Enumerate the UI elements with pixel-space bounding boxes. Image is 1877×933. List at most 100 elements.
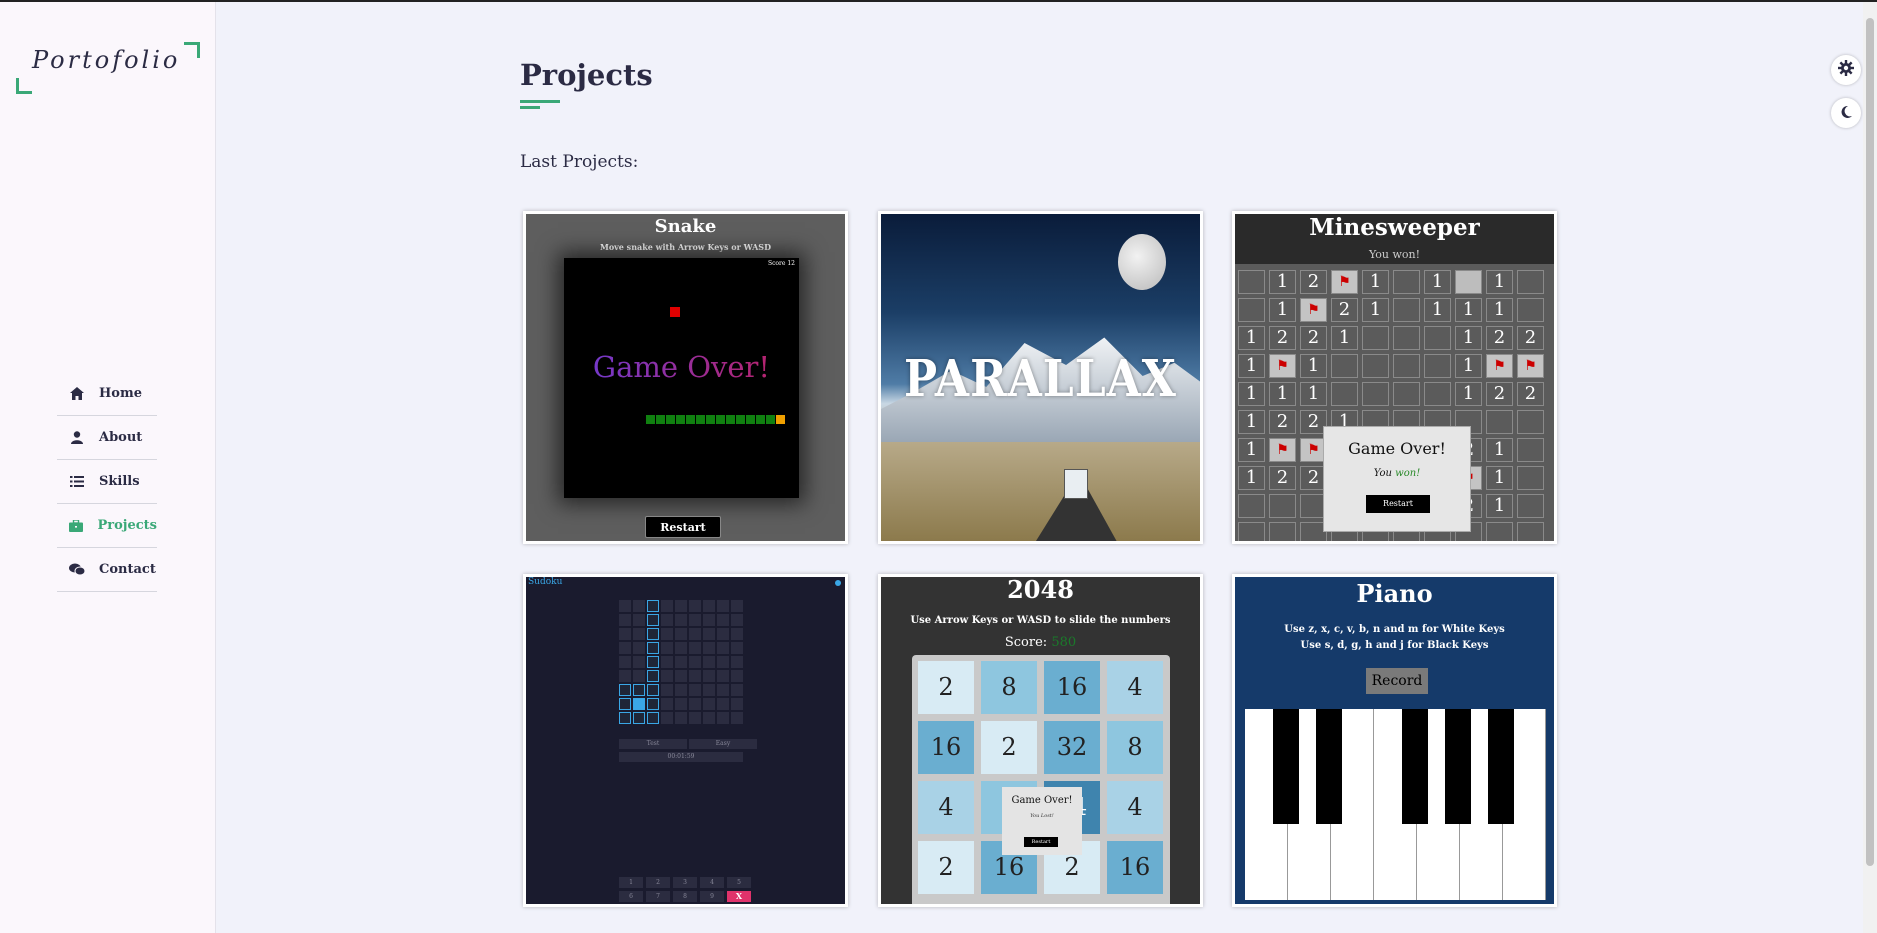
keypad-key[interactable]: 1 xyxy=(619,877,643,888)
game2048-restart-button[interactable]: Restart xyxy=(1024,837,1058,847)
mine-cell[interactable]: 1 xyxy=(1455,382,1482,406)
nav-item-projects[interactable]: Projects xyxy=(57,504,157,548)
sudoku-cell[interactable] xyxy=(703,684,715,696)
sudoku-cell[interactable] xyxy=(703,642,715,654)
mine-cell[interactable]: 2 xyxy=(1486,326,1513,350)
mine-cell[interactable] xyxy=(1362,354,1389,378)
mine-cell[interactable] xyxy=(1517,270,1544,294)
snake-restart-button[interactable]: Restart xyxy=(645,516,721,538)
mine-cell[interactable] xyxy=(1517,494,1544,518)
mine-cell[interactable]: 2 xyxy=(1331,298,1358,322)
mine-cell[interactable] xyxy=(1331,382,1358,406)
sudoku-cell[interactable] xyxy=(619,614,631,626)
mine-cell[interactable] xyxy=(1517,410,1544,434)
sudoku-cell[interactable] xyxy=(717,628,729,640)
nav-item-contact[interactable]: Contact xyxy=(57,548,157,592)
project-card-minesweeper[interactable]: Minesweeper You won! 1 2 ⚑ 1 1 1 1 ⚑ 2 1 1 1 1 1 2 2 1 1 2… xyxy=(1232,211,1557,544)
mine-cell[interactable] xyxy=(1393,270,1420,294)
mine-cell[interactable]: 1 xyxy=(1424,298,1451,322)
sudoku-cell[interactable] xyxy=(661,698,673,710)
sudoku-cell[interactable] xyxy=(689,698,701,710)
mine-cell[interactable]: 1 xyxy=(1238,326,1265,350)
mine-cell[interactable] xyxy=(1238,298,1265,322)
sudoku-cell[interactable] xyxy=(731,628,743,640)
mine-cell[interactable] xyxy=(1517,466,1544,490)
mine-cell[interactable] xyxy=(1486,410,1513,434)
mine-cell[interactable]: 1 xyxy=(1300,354,1327,378)
mine-cell[interactable] xyxy=(1331,354,1358,378)
sudoku-cell[interactable] xyxy=(661,684,673,696)
mine-cell[interactable]: 2 xyxy=(1517,382,1544,406)
sudoku-cell[interactable] xyxy=(689,642,701,654)
sudoku-cell[interactable] xyxy=(647,656,659,668)
mine-cell[interactable]: 1 xyxy=(1486,438,1513,462)
mine-cell[interactable] xyxy=(1362,382,1389,406)
sudoku-difficulty-button[interactable]: Easy xyxy=(689,739,757,749)
mine-cell[interactable]: 1 xyxy=(1455,326,1482,350)
scrollbar-thumb[interactable] xyxy=(1866,18,1874,866)
sudoku-cell[interactable] xyxy=(647,642,659,654)
sudoku-cell[interactable] xyxy=(689,712,701,724)
sudoku-cell[interactable] xyxy=(619,684,631,696)
mine-cell[interactable] xyxy=(1486,522,1513,541)
sudoku-cell[interactable] xyxy=(689,670,701,682)
project-card-parallax[interactable]: PARALLAX xyxy=(878,211,1203,544)
mine-cell[interactable]: 1 xyxy=(1331,326,1358,350)
flag-cell[interactable]: ⚑ xyxy=(1486,354,1513,378)
piano-record-button[interactable]: Record xyxy=(1366,668,1428,694)
sudoku-cell[interactable] xyxy=(703,614,715,626)
mine-cell[interactable]: 1 xyxy=(1455,354,1482,378)
sudoku-cell[interactable] xyxy=(675,712,687,724)
sudoku-cell[interactable] xyxy=(619,656,631,668)
sudoku-cell[interactable] xyxy=(633,628,645,640)
sudoku-cell[interactable] xyxy=(661,600,673,612)
mine-cell[interactable] xyxy=(1393,382,1420,406)
sudoku-cell[interactable] xyxy=(731,600,743,612)
sudoku-cell[interactable] xyxy=(703,670,715,682)
sudoku-cell[interactable] xyxy=(675,670,687,682)
sudoku-cell[interactable] xyxy=(703,712,715,724)
mine-cell[interactable] xyxy=(1517,298,1544,322)
sudoku-cell[interactable] xyxy=(633,684,645,696)
project-card-snake[interactable]: Snake Move snake with Arrow Keys or WASD… xyxy=(523,211,848,544)
mine-cell[interactable] xyxy=(1393,326,1420,350)
flag-cell[interactable]: ⚑ xyxy=(1517,354,1544,378)
logo[interactable]: Portofolio xyxy=(16,42,200,94)
mine-cell[interactable]: 1 xyxy=(1269,298,1296,322)
mine-cell[interactable] xyxy=(1517,522,1544,541)
sudoku-cell[interactable] xyxy=(647,600,659,612)
project-card-sudoku[interactable]: Sudoku Test Easy 00:01:59 1 2 3 4 5 6 7 … xyxy=(523,574,848,907)
black-key[interactable] xyxy=(1273,709,1299,824)
sudoku-cell[interactable] xyxy=(703,600,715,612)
flag-cell[interactable]: ⚑ xyxy=(1300,298,1327,322)
sudoku-cell[interactable] xyxy=(717,684,729,696)
mine-cell[interactable]: 1 xyxy=(1486,270,1513,294)
sudoku-cell[interactable] xyxy=(647,698,659,710)
sudoku-cell[interactable] xyxy=(675,600,687,612)
sudoku-cell[interactable] xyxy=(661,670,673,682)
flag-cell[interactable]: ⚑ xyxy=(1269,438,1296,462)
sudoku-cell[interactable] xyxy=(661,628,673,640)
mine-cell[interactable]: 1 xyxy=(1238,438,1265,462)
sudoku-cell[interactable] xyxy=(675,614,687,626)
sudoku-cell[interactable] xyxy=(675,698,687,710)
mine-cell[interactable] xyxy=(1393,298,1420,322)
keypad-key[interactable]: 4 xyxy=(700,877,724,888)
minesweeper-restart-button[interactable]: Restart xyxy=(1366,495,1430,513)
sudoku-cell[interactable] xyxy=(661,712,673,724)
sudoku-cell[interactable] xyxy=(661,656,673,668)
mine-cell[interactable] xyxy=(1269,494,1296,518)
mine-cell[interactable]: 1 xyxy=(1238,466,1265,490)
theme-toggle-button[interactable] xyxy=(1831,98,1861,128)
keypad-key[interactable]: 3 xyxy=(673,877,697,888)
mine-cell[interactable] xyxy=(1238,494,1265,518)
sudoku-cell[interactable] xyxy=(717,600,729,612)
sudoku-cell[interactable] xyxy=(703,698,715,710)
settings-button[interactable] xyxy=(1831,55,1861,85)
mine-cell[interactable]: 1 xyxy=(1486,494,1513,518)
mine-cell[interactable] xyxy=(1424,382,1451,406)
sudoku-cell[interactable] xyxy=(619,670,631,682)
sudoku-cell[interactable] xyxy=(731,670,743,682)
sudoku-cell[interactable] xyxy=(731,656,743,668)
sudoku-cell[interactable] xyxy=(619,600,631,612)
